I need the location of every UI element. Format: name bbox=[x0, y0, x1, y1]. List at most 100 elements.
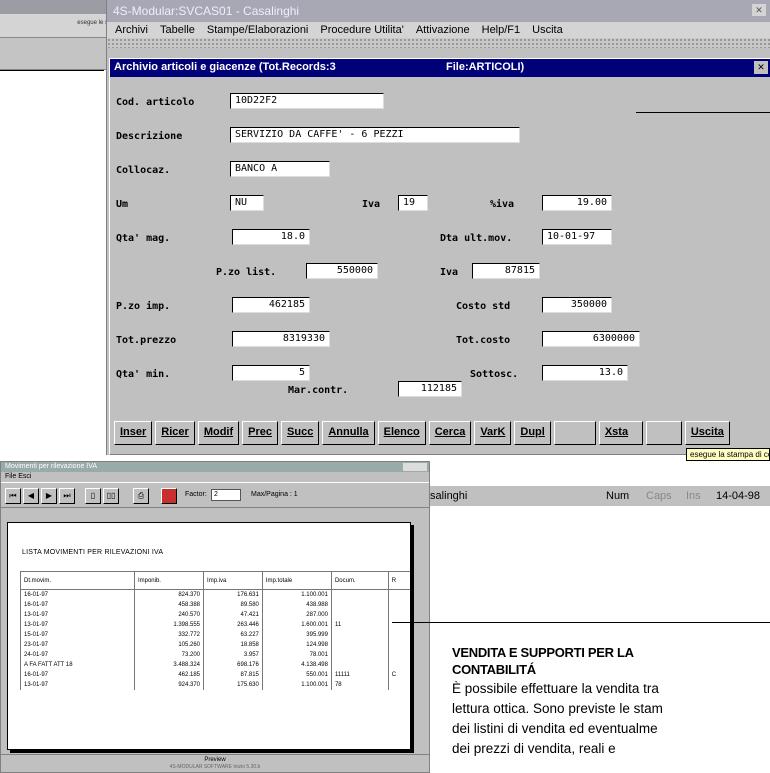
report-column-header: Imponib. bbox=[133, 571, 205, 590]
p-imp-label: P.zo imp. bbox=[116, 301, 171, 312]
table-cell: 78 bbox=[330, 679, 389, 690]
menu-archivi[interactable]: Archivi bbox=[115, 22, 148, 38]
stop-icon[interactable] bbox=[161, 488, 177, 504]
next-page-icon[interactable]: ▶ bbox=[41, 488, 57, 504]
single-page-icon[interactable]: ▯ bbox=[85, 488, 101, 504]
table-cell: 11111 bbox=[330, 669, 389, 680]
p-list-field[interactable]: 550000 bbox=[306, 263, 378, 279]
menu-stampe[interactable]: Stampe/Elaborazioni bbox=[207, 22, 309, 38]
dupl-button[interactable]: Dupl bbox=[514, 421, 551, 445]
factor-label: Factor: bbox=[185, 491, 207, 498]
menu-help[interactable]: Help/F1 bbox=[482, 22, 521, 38]
table-row: 23-01-97 105.260 18.858 124.998 bbox=[20, 639, 410, 650]
um-field[interactable]: NU bbox=[230, 195, 264, 211]
table-cell bbox=[387, 649, 410, 660]
report-menu[interactable]: File Esci bbox=[1, 472, 429, 482]
table-cell: 23-01-97 bbox=[20, 639, 135, 650]
callout-line-top-left bbox=[0, 70, 104, 71]
annulla-button[interactable]: Annulla bbox=[322, 421, 375, 445]
vark-button[interactable]: VarK bbox=[474, 421, 512, 445]
dta-ult-mov-field[interactable]: 10-01-97 bbox=[542, 229, 612, 245]
ricer-button[interactable]: Ricer bbox=[155, 421, 195, 445]
report-column-header: R bbox=[387, 571, 410, 590]
menu-uscita[interactable]: Uscita bbox=[532, 22, 563, 38]
app-title: 4S-Modular:SVCAS01 - Casalinghi bbox=[113, 4, 300, 18]
menu-procedure[interactable]: Procedure Utilita' bbox=[320, 22, 403, 38]
caption-line2: lettura ottica. Sono previste le stam bbox=[452, 701, 663, 716]
iva-field[interactable]: 19 bbox=[398, 195, 428, 211]
elenco-button[interactable]: Elenco bbox=[377, 421, 426, 445]
inser-button[interactable]: Inser bbox=[114, 421, 153, 445]
qta-mag-field[interactable]: 18.0 bbox=[232, 229, 310, 245]
tot-costo-field[interactable]: 6300000 bbox=[542, 331, 640, 347]
mar-contr-label: Mar.contr. bbox=[288, 385, 349, 396]
blank-button-2[interactable] bbox=[645, 421, 682, 445]
last-page-icon[interactable]: ⏭ bbox=[59, 488, 75, 504]
percent-iva-field[interactable]: 19.00 bbox=[542, 195, 612, 211]
table-cell: 18.858 bbox=[203, 639, 263, 650]
blank-button-1[interactable] bbox=[553, 421, 596, 445]
iva2-field[interactable]: 87815 bbox=[472, 263, 540, 279]
table-row: A FA FATT ATT 18 3.488.324 698.176 4.138.49… bbox=[20, 659, 410, 670]
page-label: Max/Pagina : 1 bbox=[251, 491, 298, 498]
cod-articolo-label: Cod. articolo bbox=[116, 97, 195, 108]
table-cell bbox=[387, 609, 410, 620]
descrizione-field[interactable]: SERVIZIO DA CAFFE' - 6 PEZZI bbox=[230, 127, 520, 143]
table-cell: 263.446 bbox=[203, 619, 263, 630]
tot-prezzo-field[interactable]: 8319330 bbox=[232, 331, 330, 347]
prec-button[interactable]: Prec bbox=[242, 421, 279, 445]
menu-tabelle[interactable]: Tabelle bbox=[160, 22, 195, 38]
table-cell: 1.398.555 bbox=[133, 619, 205, 630]
app-close-icon[interactable]: ✕ bbox=[752, 4, 766, 16]
p-list-label: P.zo list. bbox=[216, 267, 277, 278]
status-bar: Casalinghi Num Caps Ins 14-04-98 bbox=[410, 486, 770, 506]
report-column-header: Imp.iva bbox=[203, 571, 263, 590]
table-cell: 11 bbox=[330, 619, 389, 630]
report-column-header: Docum. bbox=[330, 571, 389, 590]
table-row: 13-01-97 924.370 175.630 1.100.001 78 bbox=[20, 679, 410, 690]
collocaz-field[interactable]: BANCO A bbox=[230, 161, 330, 177]
costo-std-field[interactable]: 350000 bbox=[542, 297, 612, 313]
table-row: 24-01-97 73.200 3.957 78.001 bbox=[20, 649, 410, 660]
table-cell: 3.488.324 bbox=[133, 659, 205, 670]
modif-button[interactable]: Modif bbox=[197, 421, 240, 445]
xsta-button[interactable]: Xsta bbox=[598, 421, 643, 445]
caption-line4: dei prezzi di vendita, reali e bbox=[452, 741, 616, 756]
prev-page-icon[interactable]: ◀ bbox=[23, 488, 39, 504]
table-cell: 824.370 bbox=[133, 589, 205, 600]
iva2-label: Iva bbox=[440, 267, 459, 278]
sottosc-field[interactable]: 13.0 bbox=[542, 365, 628, 381]
uscita-button[interactable]: Uscita bbox=[684, 421, 730, 445]
table-cell bbox=[330, 629, 389, 640]
table-cell: 240.570 bbox=[133, 609, 205, 620]
status-caps: Caps bbox=[646, 490, 672, 502]
first-page-icon[interactable]: ⏮ bbox=[5, 488, 21, 504]
table-cell bbox=[330, 599, 389, 610]
cerca-button[interactable]: Cerca bbox=[428, 421, 472, 445]
report-window-controls[interactable] bbox=[403, 463, 427, 471]
app-titlebar: 4S-Modular:SVCAS01 - Casalinghi ✕ bbox=[107, 0, 770, 22]
two-page-icon[interactable]: ▯▯ bbox=[103, 488, 119, 504]
qta-min-field[interactable]: 5 bbox=[232, 365, 310, 381]
mar-contr-field[interactable]: 112185 bbox=[398, 381, 462, 397]
table-cell: 438.988 bbox=[261, 599, 332, 610]
table-cell: 550.001 bbox=[261, 669, 332, 680]
cod-articolo-field[interactable]: 10D22F2 bbox=[230, 93, 384, 109]
factor-select[interactable]: 2 bbox=[211, 489, 241, 501]
table-row: 15-01-97 332.772 63.227 395.999 bbox=[20, 629, 410, 640]
tot-costo-label: Tot.costo bbox=[456, 335, 511, 346]
tot-prezzo-label: Tot.prezzo bbox=[116, 335, 177, 346]
qta-mag-label: Qta' mag. bbox=[116, 233, 171, 244]
print-icon[interactable]: ⎙ bbox=[133, 488, 149, 504]
p-imp-field[interactable]: 462185 bbox=[232, 297, 310, 313]
table-cell bbox=[330, 649, 389, 660]
menu-attivazione[interactable]: Attivazione bbox=[416, 22, 470, 38]
caption-line3: dei listini di vendita ed eventualme bbox=[452, 721, 658, 736]
table-cell: 287.000 bbox=[261, 609, 332, 620]
table-cell bbox=[387, 599, 410, 610]
table-cell: 105.260 bbox=[133, 639, 205, 650]
succ-button[interactable]: Succ bbox=[281, 421, 320, 445]
form-close-icon[interactable]: ✕ bbox=[754, 61, 768, 74]
table-cell bbox=[330, 639, 389, 650]
caption-heading-line1: VENDITA E SUPPORTI PER LA bbox=[452, 645, 634, 660]
